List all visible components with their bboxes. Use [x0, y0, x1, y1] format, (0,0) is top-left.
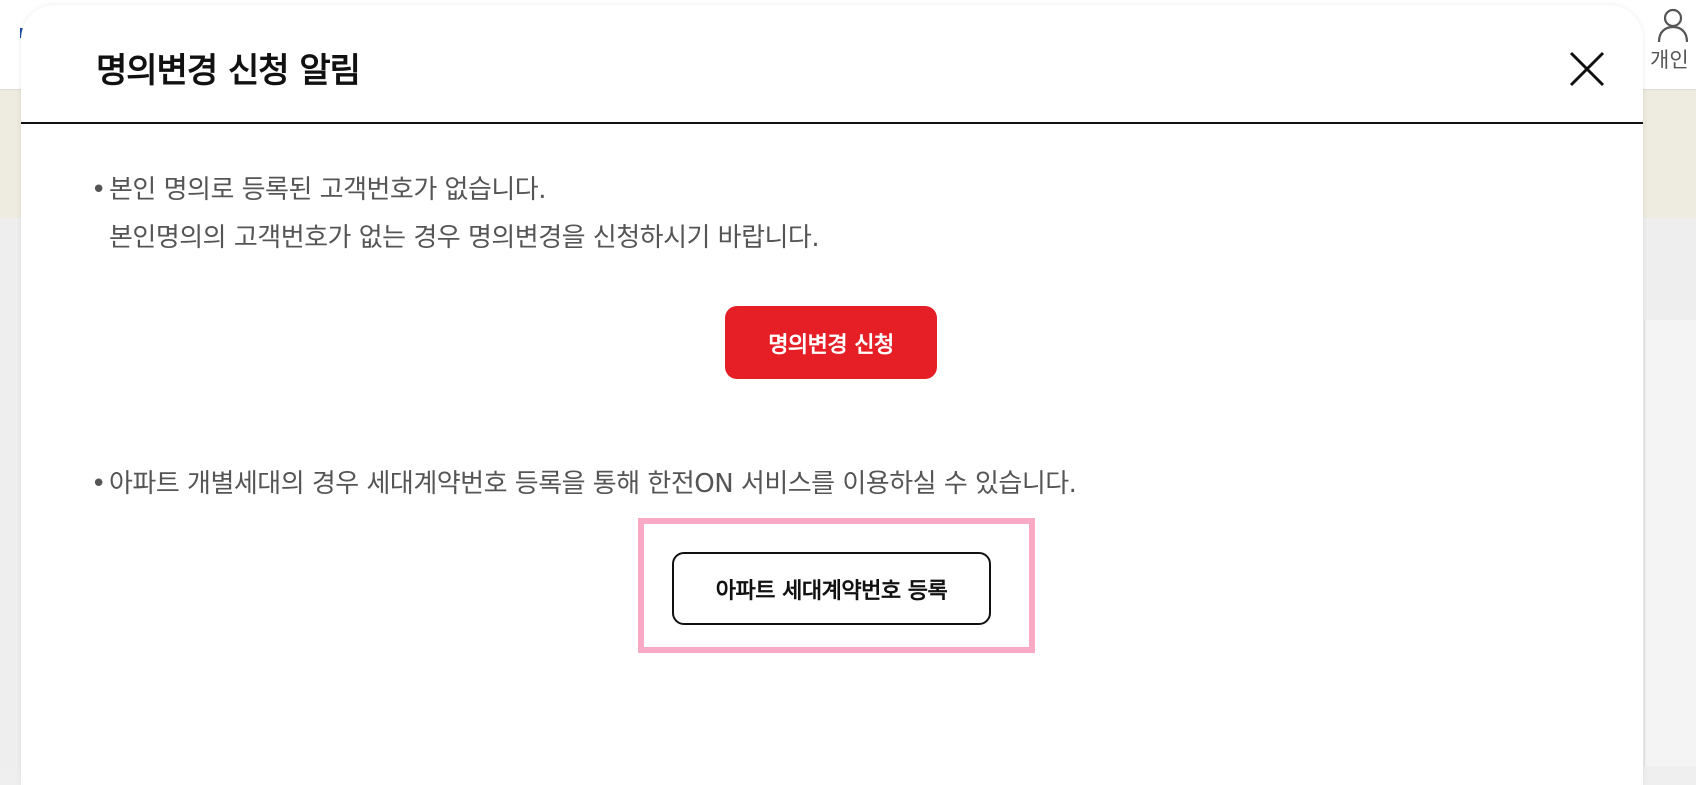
- apartment-contract-register-button[interactable]: 아파트 세대계약번호 등록: [672, 552, 991, 625]
- notice-change-guide: 본인명의의 고객번호가 없는 경우 명의변경을 신청하시기 바랍니다.: [109, 223, 820, 253]
- notice-no-customer-number: • 본인 명의로 등록된 고객번호가 없습니다.: [91, 169, 546, 206]
- close-icon: [1569, 51, 1605, 87]
- background-side-panel: [1644, 320, 1696, 766]
- notice-text: 본인 명의로 등록된 고객번호가 없습니다.: [109, 175, 546, 205]
- header-divider: [21, 122, 1643, 124]
- personal-account-menu[interactable]: 개인: [1648, 6, 1696, 72]
- user-label: 개인: [1650, 48, 1689, 72]
- notice-apartment: • 아파트 개별세대의 경우 세대계약번호 등록을 통해 한전ON 서비스를 이용…: [91, 463, 1077, 500]
- name-change-request-button[interactable]: 명의변경 신청: [725, 306, 937, 379]
- notice-text: 아파트 개별세대의 경우 세대계약번호 등록을 통해 한전ON 서비스를 이용하…: [109, 469, 1077, 499]
- bullet-dot: •: [91, 469, 106, 499]
- modal-title: 명의변경 신청 알림: [96, 51, 361, 91]
- close-button[interactable]: [1561, 43, 1613, 95]
- user-icon: [1657, 8, 1689, 42]
- name-change-modal: 명의변경 신청 알림 • 본인 명의로 등록된 고객번호가 없습니다. 본인명의의…: [21, 5, 1643, 785]
- bullet-dot: •: [91, 175, 106, 205]
